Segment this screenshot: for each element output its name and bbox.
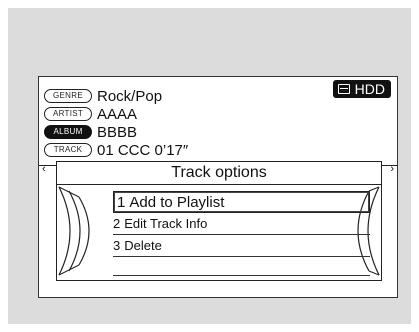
track-row: TRACK 01 CCC 0’17″	[44, 141, 188, 159]
artist-value: AAAA	[97, 105, 138, 123]
selector-knob-left-icon	[58, 186, 90, 276]
option-number: 2	[113, 216, 121, 231]
track-options-popup: Track options 1 Add to Playlist 2 Edit T…	[56, 161, 382, 281]
track-value: 01 CCC 0’17″	[97, 141, 189, 159]
album-value: BBBB	[97, 123, 138, 141]
hdd-source-badge: HDD	[332, 80, 391, 98]
option-delete[interactable]: 3 Delete	[113, 236, 370, 255]
option-number: 1	[117, 193, 126, 211]
option-add-to-playlist[interactable]: 1 Add to Playlist	[113, 191, 370, 213]
album-row: ALBUM BBBB	[44, 123, 137, 141]
track-tag: TRACK	[44, 143, 92, 157]
option-edit-track-info[interactable]: 2 Edit Track Info	[113, 214, 370, 233]
genre-row: GENRE Rock/Pop	[44, 87, 162, 105]
option-label: Edit Track Info	[124, 216, 208, 231]
genre-tag: GENRE	[44, 89, 92, 103]
popup-body: 1 Add to Playlist 2 Edit Track Info 3 De…	[57, 184, 381, 280]
genre-value: Rock/Pop	[97, 87, 163, 105]
option-separator	[113, 275, 370, 276]
album-tag: ALBUM	[44, 125, 92, 139]
left-arrow-icon: ‹	[42, 163, 46, 175]
hdd-label: HDD	[354, 81, 385, 97]
option-label: Delete	[124, 238, 162, 253]
artist-row: ARTIST AAAA	[44, 105, 137, 123]
artist-tag: ARTIST	[44, 107, 92, 121]
hdd-icon	[337, 84, 350, 94]
option-number: 3	[113, 238, 121, 253]
option-separator	[113, 234, 370, 235]
option-separator	[113, 256, 370, 257]
display-frame: GENRE Rock/Pop ARTIST AAAA ALBUM BBBB TR…	[8, 8, 411, 324]
option-label: Add to Playlist	[129, 193, 225, 211]
audio-screen: GENRE Rock/Pop ARTIST AAAA ALBUM BBBB TR…	[38, 76, 398, 298]
right-arrow-icon: ›	[390, 163, 394, 175]
popup-title: Track options	[171, 164, 267, 181]
